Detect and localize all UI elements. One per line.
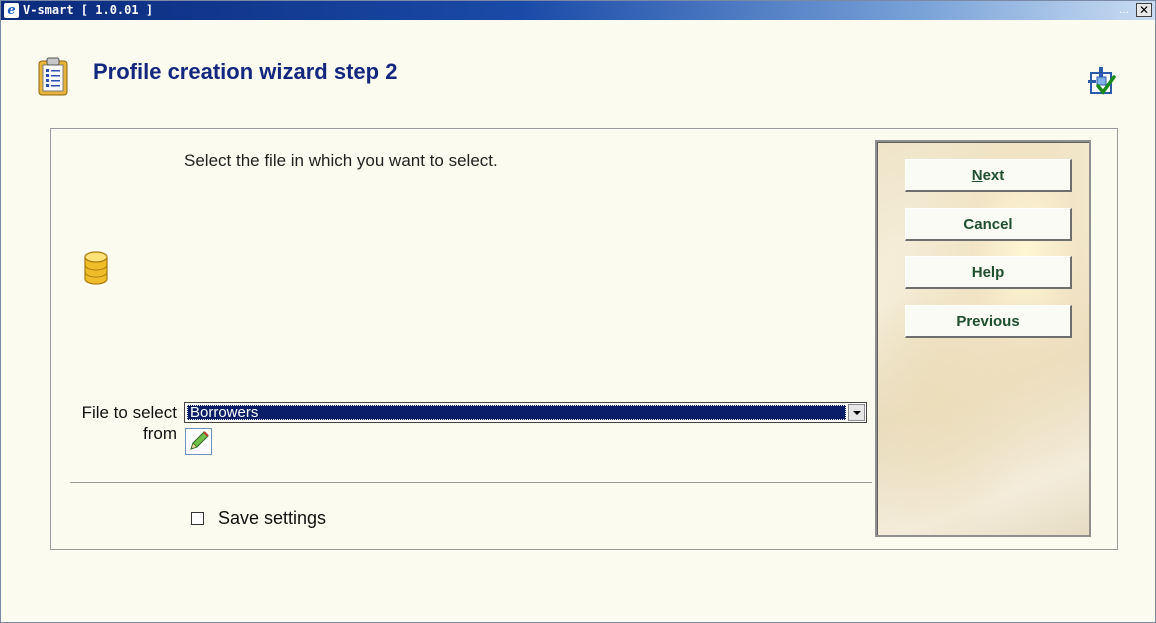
- application-window: e V-smart [ 1.0.01 ] ... ✕ Profile creat…: [0, 0, 1156, 623]
- save-settings-label: Save settings: [218, 508, 327, 528]
- next-accesskey: N: [971, 167, 983, 184]
- chevron-down-icon[interactable]: [848, 404, 865, 421]
- file-select[interactable]: Borrowers: [184, 402, 867, 423]
- close-icon[interactable]: ✕: [1136, 3, 1152, 17]
- next-label-rest: ext: [982, 167, 1005, 184]
- file-field-label: File to select from: [81, 403, 177, 443]
- divider: [70, 482, 872, 483]
- instruction-text: Select the file in which you want to sel…: [184, 151, 498, 170]
- cancel-button[interactable]: Cancel: [905, 208, 1072, 241]
- help-button[interactable]: Help: [905, 256, 1072, 289]
- database-icon: [84, 251, 108, 285]
- button-panel: [875, 140, 1091, 537]
- save-settings-checkbox[interactable]: [191, 512, 204, 525]
- previous-button[interactable]: Previous: [905, 305, 1072, 338]
- window-title: V-smart [ 1.0.01 ]: [23, 3, 154, 17]
- pencil-edit-icon[interactable]: [185, 428, 212, 455]
- browser-icon: e: [4, 3, 19, 18]
- next-button[interactable]: Next: [905, 159, 1072, 192]
- page-title: Profile creation wizard step 2: [93, 59, 398, 84]
- file-select-value: Borrowers: [187, 405, 846, 420]
- clipboard-icon: [38, 57, 68, 96]
- title-bar: e V-smart [ 1.0.01 ] ... ✕: [1, 1, 1155, 20]
- help-checkmark-icon[interactable]: [1088, 65, 1116, 97]
- title-dots: ...: [1118, 2, 1129, 16]
